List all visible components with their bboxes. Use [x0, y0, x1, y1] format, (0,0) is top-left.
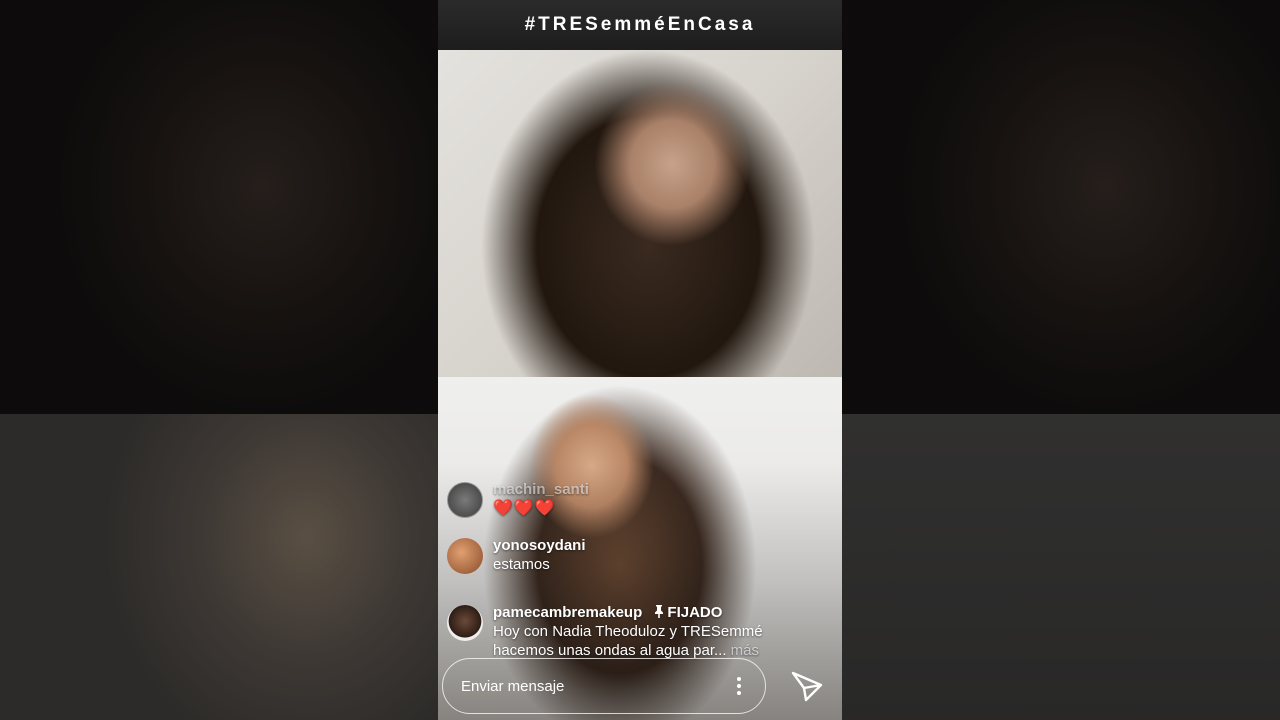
comment-text-line-2: hacemos unas ondas al agua par... — [493, 642, 727, 659]
comment-username[interactable]: pamecambremakeup — [493, 604, 642, 621]
comment-text-line-1: Hoy con Nadia Theoduloz y TRESemmé — [493, 623, 763, 640]
pinned-badge: FIJADO — [654, 604, 722, 621]
user-avatar[interactable] — [447, 538, 483, 574]
comment-item: machin_santi ❤️❤️❤️ — [447, 480, 589, 518]
hashtag-banner: #TRESemméEnCasa — [438, 0, 842, 50]
blurred-background-right — [842, 0, 1280, 720]
send-icon[interactable] — [790, 669, 824, 703]
live-stream-view: #TRESemméEnCasa machin_santi ❤️❤️❤️ yono… — [438, 0, 842, 720]
message-placeholder: Enviar mensaje — [461, 677, 565, 695]
pinned-comment[interactable]: pamecambremakeup FIJADO Hoy con Nadia Th… — [447, 603, 763, 660]
host-video-feed[interactable] — [438, 50, 842, 377]
user-avatar[interactable] — [447, 605, 483, 641]
comment-username[interactable]: machin_santi — [493, 480, 589, 499]
message-input[interactable]: Enviar mensaje — [442, 658, 766, 714]
comment-item: yonosoydani estamos — [447, 536, 586, 574]
more-vertical-icon[interactable] — [721, 666, 757, 706]
comment-username[interactable]: yonosoydani — [493, 536, 586, 555]
comment-text: ❤️❤️❤️ — [493, 500, 556, 517]
blurred-background-left — [0, 0, 438, 720]
pin-icon — [655, 605, 664, 618]
more-link[interactable]: más — [731, 642, 759, 659]
hashtag-text: #TRESemméEnCasa — [524, 14, 756, 35]
user-avatar[interactable] — [447, 482, 483, 518]
comment-text: estamos — [493, 556, 550, 573]
pinned-label: FIJADO — [667, 604, 723, 621]
